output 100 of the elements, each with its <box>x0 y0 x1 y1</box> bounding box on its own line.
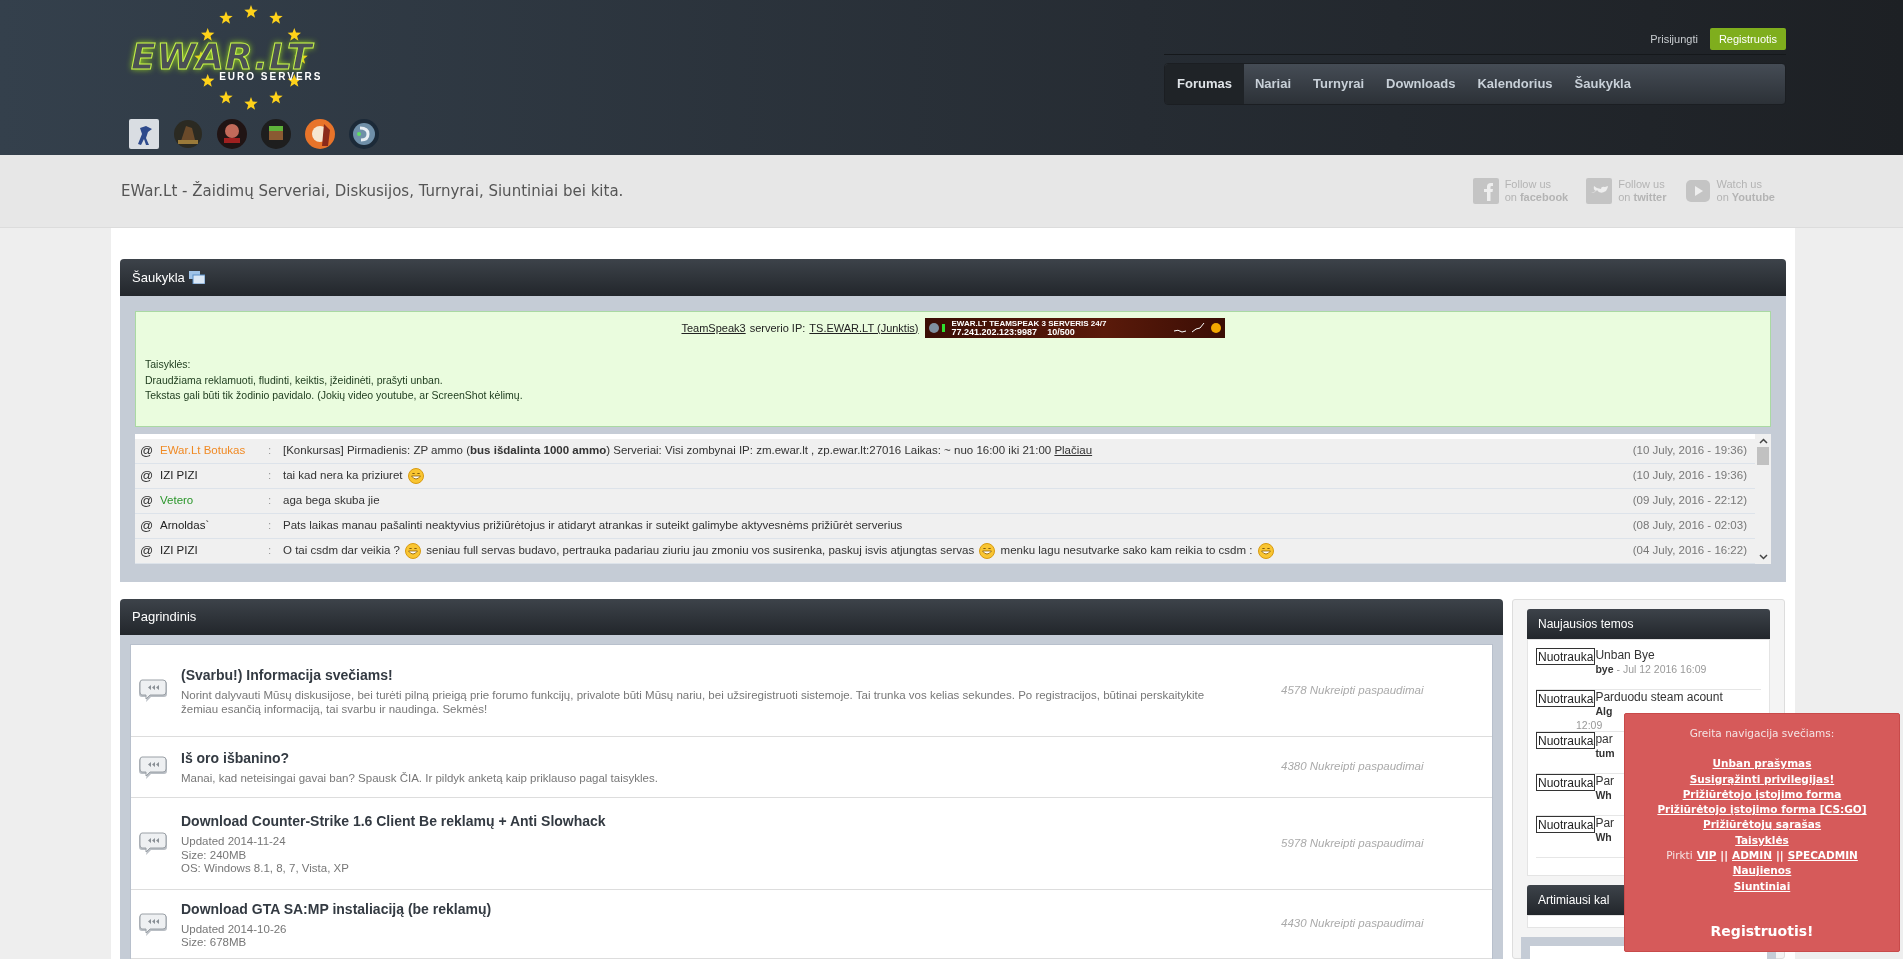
shout-author[interactable]: IZI PIZI <box>160 467 268 485</box>
scroll-down-icon[interactable] <box>1758 554 1768 560</box>
shout-time: (04 July, 2016 - 16:22) <box>1632 543 1748 559</box>
separator-colon: : <box>268 469 272 482</box>
rule-text: Tekstas gali būti tik žodinio pavidalo. (Jokių video youtube, ar ScreenShot kėlimų. <box>145 388 524 403</box>
nav-tab[interactable]: Forumas <box>1165 64 1244 104</box>
smiley-icon <box>979 543 996 560</box>
teamspeak-link[interactable]: TeamSpeak3 <box>681 319 746 337</box>
shout-message: tai kad nera ka priziuret <box>283 467 1633 485</box>
shout-message: [Konkursas] Pirmadienis: ZP ammo (bus išdalinta 1000 ammo) Serveriai: Visi zombynai IP: zm.ewar.lt , zp.ewar.lt:27016 Laikas: ~ nuo 16:00 iki 21:00 Plačiau <box>283 443 1094 459</box>
more-link[interactable]: Plačiau <box>1054 444 1093 457</box>
topic-title[interactable]: Download Counter-Strike 1.6 Client Be reklamų + Anti Slowhack <box>181 811 1281 833</box>
mention-symbol[interactable]: @ <box>140 493 154 509</box>
shout-message: Pats laikas manau pašalinti neaktyvius prižiūrėtojus ir atidaryt atrankas ir suteikt galimybe aktyvesnėms prižiūrėt serverius <box>283 518 904 534</box>
banner-text: EWAR.LT TEAMSPEAK 3 SERVERIS 24/7 <box>951 319 1107 328</box>
panel-title: Pagrindinis <box>132 608 197 627</box>
mention-symbol[interactable]: @ <box>140 543 154 559</box>
mention-symbol[interactable]: @ <box>140 443 154 459</box>
popup-link[interactable]: Susigrąžinti privilegijas! <box>1689 771 1835 787</box>
scrollbar[interactable] <box>1755 434 1771 564</box>
shout-time: (09 July, 2016 - 22:12) <box>1632 493 1748 509</box>
forum-row[interactable]: Iš oro išbanino? Manai, kad neteisingai gavai ban? Spausk ČIA. Ir pildyk anketą kaip priklauso pagal taisykles. 4380 Nukreipti paspaudimai <box>131 737 1492 798</box>
login-link[interactable]: Prisijungti <box>1650 30 1698 48</box>
separator-colon: : <box>268 519 272 532</box>
shout-time: (10 July, 2016 - 19:36) <box>1632 443 1748 459</box>
forum-row[interactable]: Download Counter-Strike 1.6 Client Be reklamų + Anti Slowhack Updated 2014-11-24 Size: 240MB OS: Windows 8.1, 8, 7, Vista, XP 5978 Nukreipti paspaudimai <box>131 798 1492 890</box>
broken-image-link[interactable]: Nuotrauka <box>1536 690 1596 707</box>
topic-description: Manai, kad neteisingai gavai ban? Spausk ČIA. Ir pildyk anketą kaip priklauso pagal taisykles. <box>181 772 659 786</box>
nav-tab[interactable]: Nariai <box>1243 64 1303 104</box>
popup-link[interactable]: Taisyklės <box>1735 832 1789 849</box>
popup-link[interactable]: Prižiūrėtojų sąrašas <box>1702 817 1822 833</box>
server-ip-link[interactable]: TS.EWAR.LT (Junktis) <box>809 319 919 337</box>
topic-author: tum <box>1595 746 1615 760</box>
scroll-up-icon[interactable] <box>1758 438 1768 444</box>
widget-title: Naujausios temos <box>1538 616 1634 633</box>
popup-link[interactable]: Naujienos <box>1732 863 1792 879</box>
topic-link[interactable]: Unban Bye <box>1595 648 1707 662</box>
nav-tab[interactable]: Kalendorius <box>1466 64 1564 104</box>
shout-author[interactable]: Arnoldas` <box>160 517 268 535</box>
popup-link[interactable]: Prižiūrėtojo įstojimo forma <box>1682 786 1842 803</box>
grass-block-icon <box>260 118 292 150</box>
game-emblem-icon <box>216 118 248 150</box>
topic-date: 12:09 <box>1575 718 1604 732</box>
popup-link[interactable]: Unban prašymas <box>1712 756 1812 772</box>
broken-image-link[interactable]: Nuotrauka <box>1536 648 1596 665</box>
soldier-icon <box>128 118 160 150</box>
shout-message: O tai csdm dar veikia ? seniau full servas budavo, pertrauka padariau ziuriu jau zmoniu vos susirenka, paskuj isvis atjungtas servas menku lagu nesutvarke sako kam reikia to csdm : <box>283 542 1633 560</box>
click-count: 4430 Nukreipti paspaudimai <box>1281 916 1424 932</box>
shout-author[interactable]: Vetero <box>160 492 268 510</box>
shout-message: aga bega skuba jie <box>283 493 381 509</box>
popup-text: Pirkti <box>1666 848 1693 864</box>
server-banner[interactable]: EWAR.LT TEAMSPEAK 3 SERVERIS 24/7 77.241.202.123:9987 10/500 <box>924 318 1225 338</box>
broken-image-link[interactable]: Nuotrauka <box>1536 774 1596 791</box>
popup-link[interactable]: Siuntiniai <box>1733 878 1791 894</box>
site-tagline: EWar.Lt - Žaidimų Serveriai, Diskusijos, Turnyrai, Siuntiniai bei kita. <box>121 180 624 202</box>
popup-link[interactable]: ADMIN <box>1732 848 1773 864</box>
broken-image-link[interactable]: Nuotrauka <box>1536 816 1596 833</box>
smiley-icon <box>407 468 424 485</box>
topic-description: Updated 2014-10-26 <box>181 922 288 936</box>
topic-link[interactable]: par <box>1595 732 1615 746</box>
chat-bubble-icon <box>139 754 167 780</box>
mention-symbol[interactable]: @ <box>140 468 154 484</box>
separator-colon: : <box>268 494 272 507</box>
topic-title[interactable]: Iš oro išbanino? <box>181 748 1281 770</box>
play-icon <box>1684 178 1711 204</box>
popup-link[interactable]: VIP <box>1696 848 1717 864</box>
topic-link[interactable]: Parduodu steam acount <box>1595 690 1723 704</box>
widget-title: Artimiausi kal <box>1538 892 1610 909</box>
topic-description: Size: 678MB <box>181 936 248 950</box>
separator-colon: : <box>268 544 272 557</box>
rule-text: Draudžiama reklamuoti, fludinti, keiktis, įžeidinėti, prašyti unban. <box>145 372 444 388</box>
topic-author: Wh <box>1595 788 1612 802</box>
topic-description: Updated 2014-11-24 <box>181 835 287 849</box>
banner-text: 10/500 <box>1047 328 1075 337</box>
popup-link[interactable]: SPECADMIN <box>1787 848 1858 864</box>
click-count: 4578 Nukreipti paspaudimai <box>1281 682 1424 698</box>
chat-windows-icon <box>188 271 205 284</box>
shout-author[interactable]: IZI PIZI <box>160 542 268 560</box>
topic-link[interactable]: Par <box>1595 816 1615 830</box>
link-separator: || <box>1720 848 1729 864</box>
topic-title[interactable]: Download GTA SA:MP instaliaciją (be reklamų) <box>181 898 1281 920</box>
scroll-thumb[interactable] <box>1757 447 1769 465</box>
nav-tab[interactable]: Downloads <box>1375 64 1467 104</box>
graph-drawing <box>1171 322 1222 334</box>
register-link[interactable]: Registruotis! <box>1710 923 1814 939</box>
topic-description: Norint dalyvauti Mūsų diskusijose, bei turėti pilną prieigą prie forumo funkcijų, privalote būti Mūsų nariu, bei užsiregistruoti sistemoje. Tai trunka vos kelias sekundes. Po registracijos, būtinai perskaitykite žemiau esančią informaciją, tai svarbu ir naudinga. Sekmės! <box>181 689 1206 716</box>
broken-image-link[interactable]: Nuotrauka <box>1536 732 1596 749</box>
popup-title: Greita navigacija svečiams: <box>1689 726 1835 741</box>
mention-symbol[interactable]: @ <box>140 518 154 534</box>
nav-tab[interactable]: Turnyrai <box>1302 64 1376 104</box>
link-separator: || <box>1776 848 1784 864</box>
topic-link[interactable]: Par <box>1595 774 1615 788</box>
topic-date: - Jul 12 2016 16:09 <box>1616 662 1707 676</box>
topic-title[interactable]: (Svarbu!) Informacija svečiams! <box>181 665 1281 686</box>
logo-subtitle: EURO SERVERS <box>219 72 323 82</box>
popup-link[interactable]: Prižiūrėtojo įstojimo forma [CS:GO] <box>1657 802 1867 818</box>
speaker-logo-icon <box>348 118 380 150</box>
nav-tab[interactable]: Šaukykla <box>1563 64 1642 104</box>
smiley-icon <box>1257 543 1274 560</box>
forum-row[interactable]: Download GTA SA:MP instaliaciją (be reklamų) Updated 2014-10-26 Size: 678MB 4430 Nukreipti paspaudimai <box>131 890 1492 959</box>
